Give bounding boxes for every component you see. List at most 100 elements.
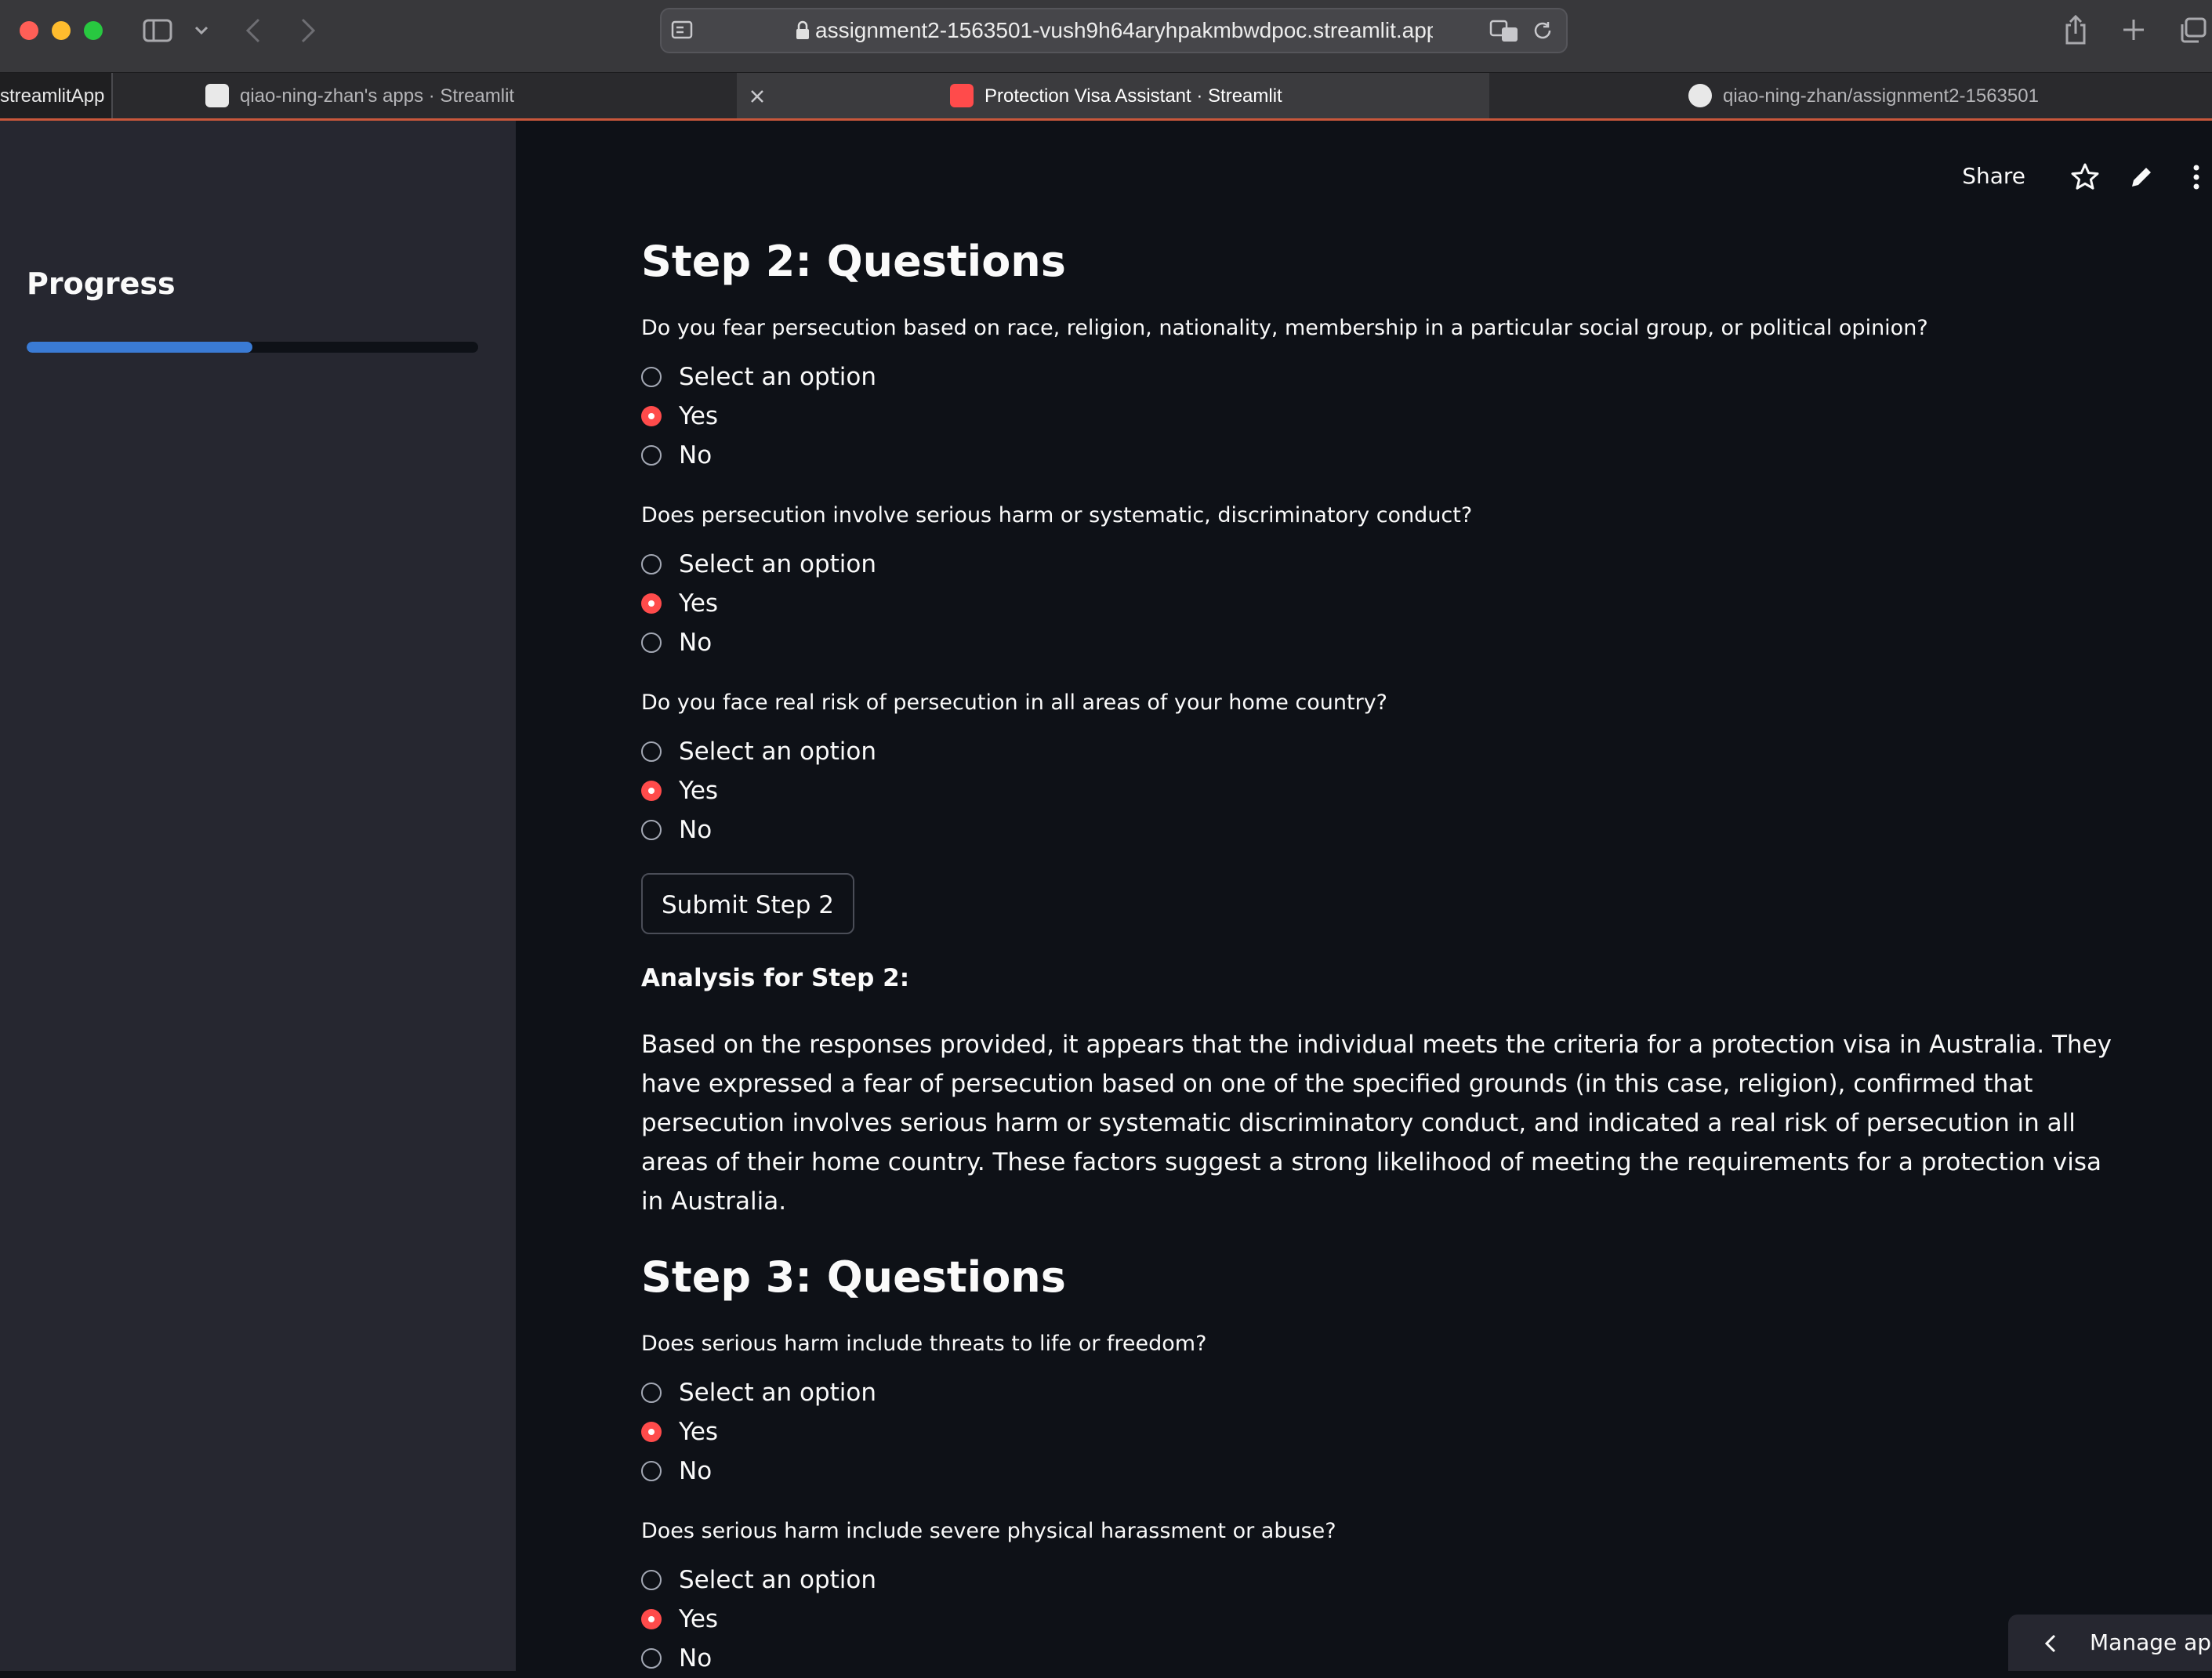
sidebar-toggle-icon[interactable] [143,19,172,42]
url-text[interactable]: assignment2-1563501-vush9h64aryhpakmbwdp… [815,9,1433,52]
radio-option-label: No [679,440,713,469]
tab-github-repo[interactable]: qiao-ning-zhan/assignment2-1563501 [1688,73,2206,120]
manage-app-label: Manage app [2090,1629,2212,1655]
radio-button[interactable] [641,366,662,387]
submit-step-2-button[interactable]: Submit Step 2 [641,872,854,934]
radio-option[interactable]: Yes [641,1412,2115,1451]
question-label: Does serious harm include threats to lif… [641,1331,1207,1356]
radio-button[interactable] [641,1608,662,1629]
translate-icon[interactable] [1489,19,1521,44]
radio-option[interactable]: Select an option [641,1373,2115,1412]
sidebar: Progress [0,121,516,1671]
progress-bar [27,342,478,353]
chevron-down-icon[interactable] [194,25,209,36]
progress-bar-fill [27,342,252,353]
main-content: Share Step 2: Questions Do you fear pers… [516,121,2212,1673]
analysis-heading: Analysis for Step 2: [641,963,910,992]
radio-option[interactable]: Select an option [641,357,2115,397]
radio-option[interactable]: Yes [641,1600,2115,1639]
step-3-heading: Step 3: Questions [641,1252,1066,1302]
radio-option[interactable]: Select an option [641,545,2115,584]
radio-button[interactable] [641,553,662,574]
browser-tab-bar: streamlitApp qiao-ning-zhan's apps · Str… [0,72,2212,120]
radio-button[interactable] [641,1647,662,1669]
radio-button[interactable] [641,632,662,653]
streamlit-crown-favicon-icon [950,83,974,107]
radio-option-label: No [679,1456,713,1485]
close-window-button[interactable] [20,21,38,40]
radio-option-label: Select an option [679,1565,877,1594]
tab-protection-visa-assistant[interactable]: Protection Visa Assistant · Streamlit [737,73,1489,120]
tab-overview-icon[interactable] [2179,17,2207,44]
chevron-left-icon [2044,1634,2056,1653]
radio-option-label: Yes [679,589,719,618]
radio-group: Select an option Yes No [641,1373,2115,1491]
radio-button[interactable] [641,1569,662,1590]
radio-button[interactable] [641,1421,662,1442]
radio-button[interactable] [641,444,662,466]
tab-label: streamlitApp [0,85,105,107]
radio-button[interactable] [641,593,662,614]
radio-option[interactable]: No [641,1451,2115,1491]
radio-group: Select an option Yes No [641,357,2115,475]
radio-option-label: Select an option [679,737,877,766]
radio-option[interactable]: No [641,436,2115,475]
radio-option-label: Select an option [679,362,877,391]
radio-option-label: No [679,628,713,657]
edit-pencil-icon[interactable] [2126,161,2157,193]
share-button[interactable]: Share [1962,163,2025,189]
radio-option[interactable]: Yes [641,584,2115,623]
radio-option-label: Yes [679,1417,719,1446]
radio-option-label: No [679,1644,713,1673]
radio-button[interactable] [641,1382,662,1403]
radio-option[interactable]: No [641,810,2115,850]
radio-option[interactable]: No [641,623,2115,662]
questionnaire: Step 2: Questions Do you fear persecutio… [641,237,2115,1678]
radio-group: Select an option Yes No [641,732,2115,850]
radio-option[interactable]: Select an option [641,1560,2115,1600]
question-label: Do you fear persecution based on race, r… [641,315,1928,340]
sidebar-title: Progress [27,266,176,301]
radio-button[interactable] [641,819,662,840]
minimize-window-button[interactable] [52,21,71,40]
tab-label: Protection Visa Assistant · Streamlit [985,85,1282,107]
lock-icon [796,20,809,39]
github-icon [1688,83,1712,107]
tab-streamlit-apps[interactable]: qiao-ning-zhan's apps · Streamlit [205,73,723,120]
star-icon[interactable] [2069,161,2101,193]
zoom-window-button[interactable] [84,21,103,40]
tab-label: qiao-ning-zhan/assignment2-1563501 [1723,85,2039,107]
tab-streamlitapp[interactable]: streamlitApp [0,73,113,120]
new-tab-icon[interactable] [2121,17,2146,42]
page-menu-icon[interactable] [671,20,694,41]
radio-button[interactable] [641,741,662,762]
analysis-text: Based on the responses provided, it appe… [641,1030,2112,1216]
question-label: Does serious harm include severe physica… [641,1518,1336,1543]
radio-button[interactable] [641,780,662,801]
question-label: Does persecution involve serious harm or… [641,502,1473,527]
radio-button[interactable] [641,1460,662,1481]
address-bar[interactable]: assignment2-1563501-vush9h64aryhpakmbwdp… [660,8,1568,53]
back-arrow-icon[interactable] [245,17,262,44]
manage-app-button[interactable]: Manage app [2008,1615,2212,1671]
streamlit-favicon-icon [205,83,229,107]
forward-arrow-icon[interactable] [299,17,317,44]
more-menu-icon[interactable] [2181,161,2212,193]
browser-titlebar: assignment2-1563501-vush9h64aryhpakmbwdp… [0,0,2212,72]
radio-option[interactable]: Yes [641,771,2115,810]
radio-option[interactable]: No [641,1639,2115,1678]
radio-group: Select an option Yes No [641,545,2115,662]
reload-icon[interactable] [1532,20,1554,42]
radio-option[interactable]: Yes [641,397,2115,436]
question-label: Do you face real risk of persecution in … [641,690,1388,715]
radio-option-label: Select an option [679,549,877,578]
step-2-heading: Step 2: Questions [641,237,1066,286]
radio-group: Select an option Yes No [641,1560,2115,1678]
radio-option-label: No [679,815,713,844]
radio-option[interactable]: Select an option [641,732,2115,771]
close-tab-icon[interactable] [749,89,765,104]
share-icon[interactable] [2063,14,2088,45]
radio-option-label: Yes [679,401,719,430]
radio-option-label: Yes [679,776,719,805]
radio-button[interactable] [641,405,662,426]
